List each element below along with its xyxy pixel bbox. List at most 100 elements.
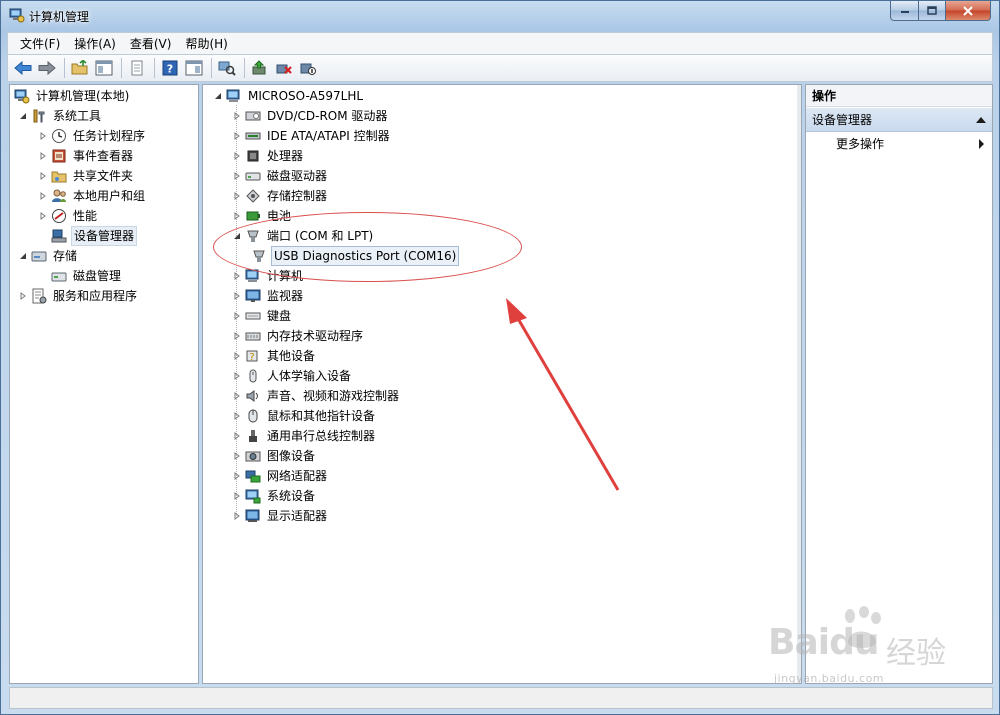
nav-item-disk-management[interactable]: 磁盘管理 [38, 266, 123, 286]
collapse-up-icon[interactable] [976, 117, 986, 123]
collapsed-arrow-icon[interactable] [38, 191, 48, 201]
nav-item-storage[interactable]: 存储 [18, 246, 79, 266]
device-category-usb-controller[interactable]: 通用串行总线控制器 [232, 426, 377, 446]
title-bar[interactable]: 计算机管理 [1, 1, 999, 31]
disable-device-icon [300, 63, 316, 75]
nav-item-root[interactable]: 计算机管理(本地) [14, 86, 131, 106]
device-category-disk-drive[interactable]: 磁盘驱动器 [232, 166, 329, 186]
device-tree-pane[interactable]: MICROSO-A597LHL DVD/CD-ROM 驱动器 IDE ATA/AT… [202, 84, 802, 684]
collapsed-arrow-icon[interactable] [232, 211, 242, 221]
scan-hardware-button[interactable] [216, 57, 238, 79]
menu-view[interactable]: 查看(V) [124, 34, 180, 54]
actions-group-device-manager[interactable]: 设备管理器 [806, 108, 992, 132]
nav-item-local-users[interactable]: 本地用户和组 [38, 186, 147, 206]
uninstall-device-button[interactable] [273, 57, 295, 79]
device-category-ide-controller[interactable]: IDE ATA/ATAPI 控制器 [232, 126, 392, 146]
more-actions-link[interactable]: 更多操作 [836, 136, 884, 152]
expanded-arrow-icon[interactable] [18, 251, 28, 261]
update-driver-button[interactable] [249, 57, 271, 79]
collapsed-arrow-icon[interactable] [232, 311, 242, 321]
expanded-arrow-icon[interactable] [232, 231, 242, 241]
forward-button[interactable] [36, 57, 58, 79]
collapsed-arrow-icon[interactable] [232, 431, 242, 441]
device-category-label: 鼠标和其他指针设备 [267, 409, 376, 423]
collapsed-arrow-icon[interactable] [232, 331, 242, 341]
nav-item-shared-folders[interactable]: 共享文件夹 [38, 166, 135, 186]
collapsed-arrow-icon[interactable] [232, 151, 242, 161]
collapsed-arrow-icon[interactable] [232, 491, 242, 501]
device-category-dvd-drive[interactable]: DVD/CD-ROM 驱动器 [232, 106, 389, 126]
collapsed-arrow-icon[interactable] [232, 191, 242, 201]
device-category-memory-driver[interactable]: 内存技术驱动程序 [232, 326, 365, 346]
nav-item-system-tools[interactable]: 系统工具 [18, 106, 103, 126]
performance-icon [51, 208, 67, 224]
collapsed-arrow-icon[interactable] [232, 171, 242, 181]
device-usb-diagnostics-port[interactable]: USB Diagnostics Port (COM16) [251, 246, 460, 266]
close-icon [963, 5, 973, 16]
menu-file[interactable]: 文件(F) [14, 34, 68, 54]
collapsed-arrow-icon[interactable] [38, 151, 48, 161]
device-category-human-input[interactable]: 人体学输入设备 [232, 366, 353, 386]
nav-item-task-scheduler[interactable]: 任务计划程序 [38, 126, 147, 146]
menu-action[interactable]: 操作(A) [68, 34, 124, 54]
nav-item-services-apps[interactable]: 服务和应用程序 [18, 286, 139, 306]
device-category-port[interactable]: 端口 (COM 和 LPT) [232, 226, 375, 246]
device-category-battery[interactable]: 电池 [232, 206, 293, 226]
collapsed-arrow-icon[interactable] [38, 211, 48, 221]
collapsed-arrow-icon[interactable] [232, 511, 242, 521]
collapsed-arrow-icon[interactable] [232, 111, 242, 121]
forward-arrow-icon [38, 60, 56, 76]
collapsed-arrow-icon[interactable] [232, 391, 242, 401]
nav-item-performance[interactable]: 性能 [38, 206, 99, 226]
expanded-arrow-icon[interactable] [18, 111, 28, 121]
device-category-system-devices[interactable]: 系统设备 [232, 486, 317, 506]
minimize-button[interactable] [890, 1, 919, 21]
device-category-keyboard[interactable]: 键盘 [232, 306, 293, 326]
export-list-button[interactable] [126, 57, 148, 79]
disable-device-button[interactable] [297, 57, 319, 79]
device-category-mouse[interactable]: 鼠标和其他指针设备 [232, 406, 377, 426]
toolbar-separator [64, 58, 65, 78]
collapsed-arrow-icon[interactable] [232, 291, 242, 301]
collapsed-arrow-icon[interactable] [232, 451, 242, 461]
maximize-button[interactable] [918, 1, 946, 21]
menu-help[interactable]: 帮助(H) [179, 34, 235, 54]
collapsed-arrow-icon[interactable] [232, 131, 242, 141]
show-action-pane-button[interactable] [183, 57, 205, 79]
collapsed-arrow-icon[interactable] [232, 351, 242, 361]
toolbar: ? [7, 54, 993, 82]
nav-item-event-viewer[interactable]: 事件查看器 [38, 146, 135, 166]
show-hide-tree-button[interactable] [93, 57, 115, 79]
collapsed-arrow-icon[interactable] [232, 271, 242, 281]
disk-management-icon [51, 268, 67, 284]
navigation-tree-pane[interactable]: 计算机管理(本地) 系统工具 任务计划程序 事件查看器 共享文件夹 本地用户和组 [9, 84, 199, 684]
up-level-button[interactable] [69, 57, 91, 79]
device-label-selected: USB Diagnostics Port (COM16) [271, 246, 460, 266]
help-button[interactable]: ? [159, 57, 181, 79]
device-category-label: 键盘 [267, 309, 292, 323]
nav-label: 事件查看器 [73, 149, 134, 163]
device-category-display-adapter[interactable]: 显示适配器 [232, 506, 329, 526]
device-category-other-devices[interactable]: ? 其他设备 [232, 346, 317, 366]
collapsed-arrow-icon[interactable] [38, 131, 48, 141]
submenu-arrow-icon[interactable] [979, 139, 984, 149]
collapsed-arrow-icon[interactable] [232, 471, 242, 481]
device-category-monitor[interactable]: 监视器 [232, 286, 305, 306]
device-category-label: 声音、视频和游戏控制器 [267, 389, 400, 403]
computer-name: MICROSO-A597LHL [248, 89, 364, 103]
nav-item-device-manager[interactable]: 设备管理器 [38, 226, 138, 246]
device-category-processor[interactable]: 处理器 [232, 146, 305, 166]
expanded-arrow-icon[interactable] [213, 91, 223, 101]
back-button[interactable] [12, 57, 34, 79]
device-category-sound[interactable]: 声音、视频和游戏控制器 [232, 386, 401, 406]
device-category-network-adapter[interactable]: 网络适配器 [232, 466, 329, 486]
collapsed-arrow-icon[interactable] [18, 291, 28, 301]
device-category-imaging-device[interactable]: 图像设备 [232, 446, 317, 466]
device-category-storage-controller[interactable]: 存储控制器 [232, 186, 329, 206]
collapsed-arrow-icon[interactable] [38, 171, 48, 181]
collapsed-arrow-icon[interactable] [232, 411, 242, 421]
device-root[interactable]: MICROSO-A597LHL [213, 86, 365, 106]
close-button[interactable] [945, 1, 991, 21]
collapsed-arrow-icon[interactable] [232, 371, 242, 381]
device-category-computer[interactable]: 计算机 [232, 266, 305, 286]
